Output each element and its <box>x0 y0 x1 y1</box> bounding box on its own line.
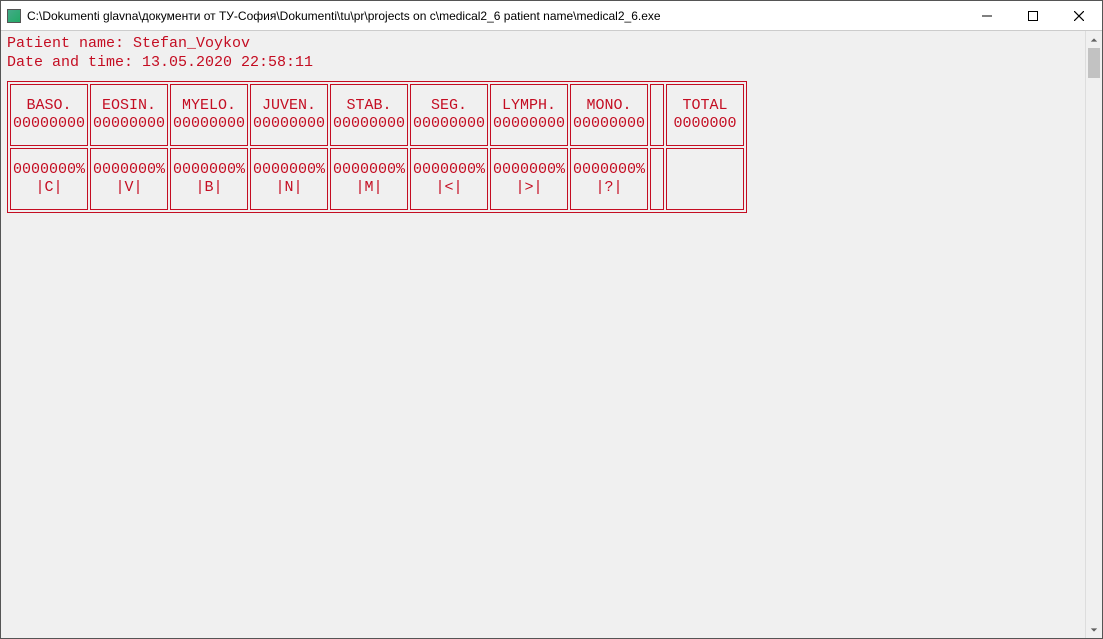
cell-count: 00000000 <box>411 115 487 133</box>
cell-count: 00000000 <box>571 115 647 133</box>
cell-key: |?| <box>571 179 647 197</box>
cell-mono: MONO.00000000 <box>570 84 648 146</box>
patient-label: Patient name: <box>7 35 133 52</box>
app-window: C:\Dokumenti glavna\документи от ТУ-Софи… <box>0 0 1103 639</box>
cell-key: |C| <box>11 179 87 197</box>
cell-total: TOTAL0000000 <box>666 84 744 146</box>
cell-count: 00000000 <box>171 115 247 133</box>
patient-name: Stefan_Voykov <box>133 35 250 52</box>
app-icon <box>7 9 21 23</box>
cell-key: |M| <box>331 179 407 197</box>
scroll-down-button[interactable] <box>1086 621 1102 638</box>
maximize-icon <box>1028 11 1038 21</box>
scroll-track[interactable] <box>1086 48 1102 621</box>
minimize-button[interactable] <box>964 1 1010 30</box>
cell-key: |>| <box>491 179 567 197</box>
cell-lymph: LYMPH.00000000 <box>490 84 568 146</box>
scroll-thumb[interactable] <box>1088 48 1100 78</box>
cell-count: 00000000 <box>91 115 167 133</box>
cell-pct: 0000000% <box>171 161 247 179</box>
cell-key-n[interactable]: 0000000%|N| <box>250 148 328 210</box>
cell-pct: 0000000% <box>331 161 407 179</box>
counter-grid: BASO.00000000 EOSIN.00000000 MYELO.00000… <box>7 81 747 213</box>
cell-key-q[interactable]: 0000000%|?| <box>570 148 648 210</box>
client-area: Patient name: Stefan_Voykov Date and tim… <box>1 31 1102 638</box>
chevron-up-icon <box>1090 36 1098 44</box>
spacer-cell <box>650 84 664 146</box>
minimize-icon <box>982 11 992 21</box>
cell-stab: STAB.00000000 <box>330 84 408 146</box>
grid-row-2: 0000000%|C| 0000000%|V| 0000000%|B| 0000… <box>9 147 745 211</box>
datetime-value: 13.05.2020 22:58:11 <box>142 54 313 71</box>
close-button[interactable] <box>1056 1 1102 30</box>
scroll-up-button[interactable] <box>1086 31 1102 48</box>
cell-key: |V| <box>91 179 167 197</box>
cell-key-gt[interactable]: 0000000%|>| <box>490 148 568 210</box>
cell-key: |<| <box>411 179 487 197</box>
cell-seg: SEG.00000000 <box>410 84 488 146</box>
cell-pct: 0000000% <box>251 161 327 179</box>
window-title: C:\Dokumenti glavna\документи от ТУ-Софи… <box>27 9 964 23</box>
datetime-line: Date and time: 13.05.2020 22:58:11 <box>7 54 1079 73</box>
window-controls <box>964 1 1102 30</box>
datetime-label: Date and time: <box>7 54 142 71</box>
cell-count: 00000000 <box>11 115 87 133</box>
maximize-button[interactable] <box>1010 1 1056 30</box>
cell-pct: 0000000% <box>491 161 567 179</box>
spacer-cell <box>650 148 664 210</box>
cell-pct: 0000000% <box>411 161 487 179</box>
cell-pct: 0000000% <box>571 161 647 179</box>
cell-label: STAB. <box>331 97 407 115</box>
cell-key: |N| <box>251 179 327 197</box>
cell-label: MYELO. <box>171 97 247 115</box>
grid-row-1: BASO.00000000 EOSIN.00000000 MYELO.00000… <box>9 83 745 147</box>
cell-count: 00000000 <box>331 115 407 133</box>
console-content: Patient name: Stefan_Voykov Date and tim… <box>1 31 1085 638</box>
patient-line: Patient name: Stefan_Voykov <box>7 35 1079 54</box>
cell-label: BASO. <box>11 97 87 115</box>
cell-key-m[interactable]: 0000000%|M| <box>330 148 408 210</box>
cell-key-lt[interactable]: 0000000%|<| <box>410 148 488 210</box>
chevron-down-icon <box>1090 626 1098 634</box>
vertical-scrollbar[interactable] <box>1085 31 1102 638</box>
cell-key: |B| <box>171 179 247 197</box>
cell-label: EOSIN. <box>91 97 167 115</box>
cell-count: 0000000 <box>667 115 743 133</box>
cell-label: LYMPH. <box>491 97 567 115</box>
cell-count: 00000000 <box>491 115 567 133</box>
cell-total-blank <box>666 148 744 210</box>
cell-baso: BASO.00000000 <box>10 84 88 146</box>
cell-pct: 0000000% <box>11 161 87 179</box>
titlebar[interactable]: C:\Dokumenti glavna\документи от ТУ-Софи… <box>1 1 1102 31</box>
cell-key-c[interactable]: 0000000%|C| <box>10 148 88 210</box>
close-icon <box>1074 11 1084 21</box>
cell-label: TOTAL <box>667 97 743 115</box>
cell-myelo: MYELO.00000000 <box>170 84 248 146</box>
cell-label: JUVEN. <box>251 97 327 115</box>
cell-juven: JUVEN.00000000 <box>250 84 328 146</box>
cell-key-b[interactable]: 0000000%|B| <box>170 148 248 210</box>
cell-eosin: EOSIN.00000000 <box>90 84 168 146</box>
cell-key-v[interactable]: 0000000%|V| <box>90 148 168 210</box>
cell-label: SEG. <box>411 97 487 115</box>
cell-pct: 0000000% <box>91 161 167 179</box>
cell-count: 00000000 <box>251 115 327 133</box>
cell-label: MONO. <box>571 97 647 115</box>
